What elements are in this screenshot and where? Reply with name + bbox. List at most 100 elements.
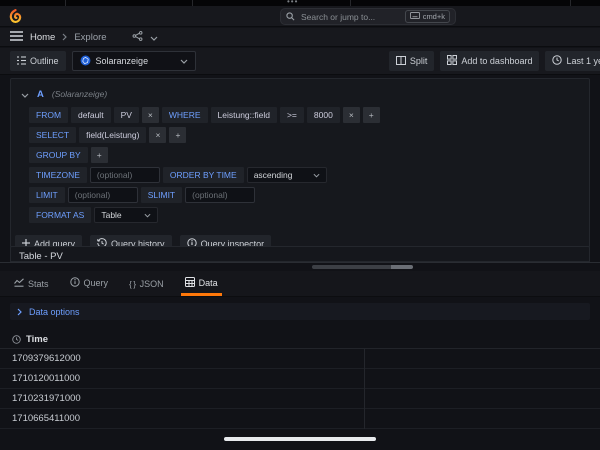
format-as-value: Table [101,210,121,220]
tab-json-label: JSON [140,279,164,289]
limit-input[interactable] [68,187,138,203]
search-bar[interactable]: cmd+k [280,8,456,25]
cell-time: 1710665411000 [12,413,80,424]
from-row: FROM default PV × WHERE Leistung::field … [29,107,589,123]
tab-stats[interactable]: Stats [10,278,53,296]
influxql-editor: FROM default PV × WHERE Leistung::field … [11,107,589,223]
timezone-row: TIMEZONE ORDER BY TIME ascending [29,167,589,183]
order-by-select[interactable]: ascending [247,167,327,183]
tab-stats-label: Stats [28,279,49,289]
breadcrumb-home[interactable]: Home [30,32,55,43]
result-panel: Table - PV [10,246,590,262]
share-icon[interactable] [132,28,143,46]
query-datasource-hint: (Solaranzeige) [52,89,107,99]
search-input[interactable] [299,11,401,23]
shortcut-badge: cmd+k [405,10,450,23]
datasource-picker[interactable]: Solaranzeige [72,51,196,71]
where-value-segment[interactable]: 8000 [307,107,340,123]
clock-icon [552,55,562,67]
timezone-keyword: TIMEZONE [29,167,87,183]
influxdb-icon [80,55,91,68]
chevron-down-icon [144,210,151,220]
split-button[interactable]: Split [389,51,435,71]
where-operator-segment[interactable]: >= [280,107,304,123]
tab-data-label: Data [199,278,218,288]
from-keyword: FROM [29,107,68,123]
order-by-value: ascending [254,170,293,180]
timezone-input[interactable] [90,167,160,183]
outline-icon [17,56,26,67]
outline-button[interactable]: Outline [10,51,66,71]
data-options-label: Data options [29,307,80,317]
split-label: Split [410,56,428,66]
column-divider [364,349,365,429]
query-ref-id[interactable]: A [37,89,44,100]
tab-query-label: Query [84,278,109,288]
menu-toggle-icon[interactable] [10,28,23,46]
chevron-down-icon [313,170,320,180]
info-circle-icon [70,277,80,289]
chevron-down-icon [180,56,188,66]
apps-grid-icon [447,55,457,67]
group-by-keyword: GROUP BY [29,147,88,163]
outline-label: Outline [30,56,59,66]
cell-time: 1709379612000 [12,353,81,364]
breadcrumb-bar: Home Explore [0,28,600,47]
chevron-down-icon[interactable] [150,28,158,46]
add-to-dashboard-button[interactable]: Add to dashboard [440,51,539,71]
from-measurement-segment[interactable]: PV [114,107,139,123]
remove-icon[interactable]: × [343,107,360,123]
breadcrumb-separator-icon [62,28,67,46]
table-row[interactable]: 1710231971000 [0,389,600,409]
slimit-keyword: SLIMIT [141,187,182,203]
query-row-header[interactable]: A (Solaranzeige) [11,79,589,107]
format-as-row: FORMAT AS Table [29,207,589,223]
table-row[interactable]: 1710665411000 [0,409,600,429]
explore-toolbar: Outline Solaranzeige Split [0,48,600,75]
tab-data[interactable]: Data [181,277,222,296]
query-editor-panel: A (Solaranzeige) FROM default PV × WHERE… [10,78,590,248]
grafana-logo[interactable] [8,9,23,24]
where-key-segment[interactable]: Leistung::field [211,107,277,123]
select-keyword: SELECT [29,127,76,143]
inspector-tabs: Stats Query { } JSON Data [0,271,600,297]
drawer-resize-handle[interactable] [312,265,413,269]
datasource-label: Solaranzeige [96,56,175,66]
breadcrumb-current[interactable]: Explore [74,32,106,43]
cell-time: 1710120011000 [12,373,80,384]
group-by-row: GROUP BY + [29,147,589,163]
limit-keyword: LIMIT [29,187,65,203]
where-keyword: WHERE [162,107,208,123]
slimit-input[interactable] [185,187,255,203]
select-row: SELECT field(Leistung) × + [29,127,589,143]
column-header-time[interactable]: Time [26,334,48,345]
tab-json[interactable]: { } JSON [125,279,168,296]
grafana-explore-screen: ••• cmd+k Home [0,0,600,450]
format-as-keyword: FORMAT AS [29,207,91,223]
collapse-chevron-icon[interactable] [21,85,29,103]
data-options-toggle[interactable]: Data options [10,303,590,320]
add-field-icon[interactable]: + [169,127,186,143]
tab-query[interactable]: Query [66,277,113,296]
remove-icon[interactable]: × [142,107,159,123]
split-icon [396,56,406,67]
from-policy-segment[interactable]: default [71,107,111,123]
cell-time: 1710231971000 [12,393,81,404]
add-group-by-icon[interactable]: + [91,147,108,163]
select-field-segment[interactable]: field(Leistung) [79,127,146,143]
search-icon [286,8,295,26]
chart-icon [14,278,24,289]
format-as-select[interactable]: Table [94,207,158,223]
home-indicator-bar [224,437,376,441]
limit-row: LIMIT SLIMIT [29,187,589,203]
add-to-dashboard-label: Add to dashboard [461,56,532,66]
shortcut-label: cmd+k [423,12,445,21]
time-range-picker[interactable]: Last 1 year [545,51,600,71]
order-by-time-keyword: ORDER BY TIME [163,167,244,183]
table-row[interactable]: 1710120011000 [0,369,600,389]
remove-icon[interactable]: × [149,127,166,143]
add-condition-icon[interactable]: + [363,107,380,123]
table-row[interactable]: 1709379612000 [0,349,600,369]
keyboard-icon [410,12,420,21]
time-range-label: Last 1 year [566,56,600,66]
